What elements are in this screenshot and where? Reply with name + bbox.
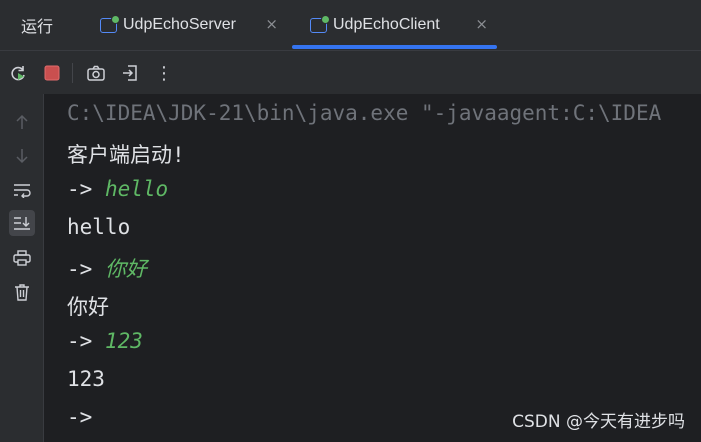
close-icon[interactable]: × [475,15,488,33]
user-input: hello [104,177,169,201]
scroll-to-end-icon [14,217,30,230]
scroll-up-button[interactable] [9,109,35,135]
toolbar-separator [72,63,73,83]
prompt: -> [67,329,105,353]
command-line: C:\IDEA\JDK-21\bin\java.exe "-javaagent:… [67,101,662,125]
prompt: -> [67,177,105,201]
output-line: 客户端启动! [67,143,185,167]
user-input: 123 [104,329,143,353]
printer-icon [13,250,31,266]
restore-layout-button[interactable] [119,62,141,84]
run-tool-window-title: 运行 [21,17,54,36]
soft-wrap-icon [14,184,31,198]
tab-udp-echo-client[interactable]: UdpEchoClient × [310,0,496,50]
more-options-button[interactable]: ⋮ [153,62,175,84]
run-toolbar: ⋮ [0,50,701,94]
screenshot-button[interactable] [85,62,107,84]
input-line[interactable]: -> [67,405,92,429]
arrow-up-icon [16,114,28,129]
user-input: 你好 [104,257,147,281]
scroll-to-end-button[interactable] [9,210,35,236]
print-button[interactable] [9,245,35,271]
prompt: -> [67,405,93,429]
tab-label: UdpEchoServer [123,16,236,33]
application-icon [310,14,330,33]
console-output[interactable]: C:\IDEA\JDK-21\bin\java.exe "-javaagent:… [44,94,701,442]
camera-icon [87,65,105,81]
scroll-down-button[interactable] [9,143,35,169]
rerun-button[interactable] [7,62,29,84]
exit-icon [123,65,137,81]
watermark: CSDN @今天有进步吗 [512,412,685,432]
tab-udp-echo-server[interactable]: UdpEchoServer × [100,0,286,50]
output-line: 123 [67,367,105,391]
application-icon [100,14,120,33]
input-line: -> 你好 [67,253,147,283]
input-line: -> hello [67,177,168,201]
stop-icon [44,65,60,81]
input-line: -> 123 [67,329,143,353]
stop-button[interactable] [41,62,63,84]
rerun-icon [11,66,25,81]
active-tab-indicator [292,45,497,49]
soft-wrap-button[interactable] [9,177,35,203]
output-line: 你好 [67,295,109,319]
close-icon[interactable]: × [265,15,278,33]
output-line: hello [67,215,131,239]
tab-bar: 运行 UdpEchoServer × UdpEchoClient × [0,0,701,50]
trash-icon [15,284,29,301]
console-side-toolbar [0,94,44,442]
arrow-down-icon [16,149,28,164]
tab-label: UdpEchoClient [333,16,440,33]
clear-all-button[interactable] [9,279,35,305]
prompt: -> [67,257,105,281]
